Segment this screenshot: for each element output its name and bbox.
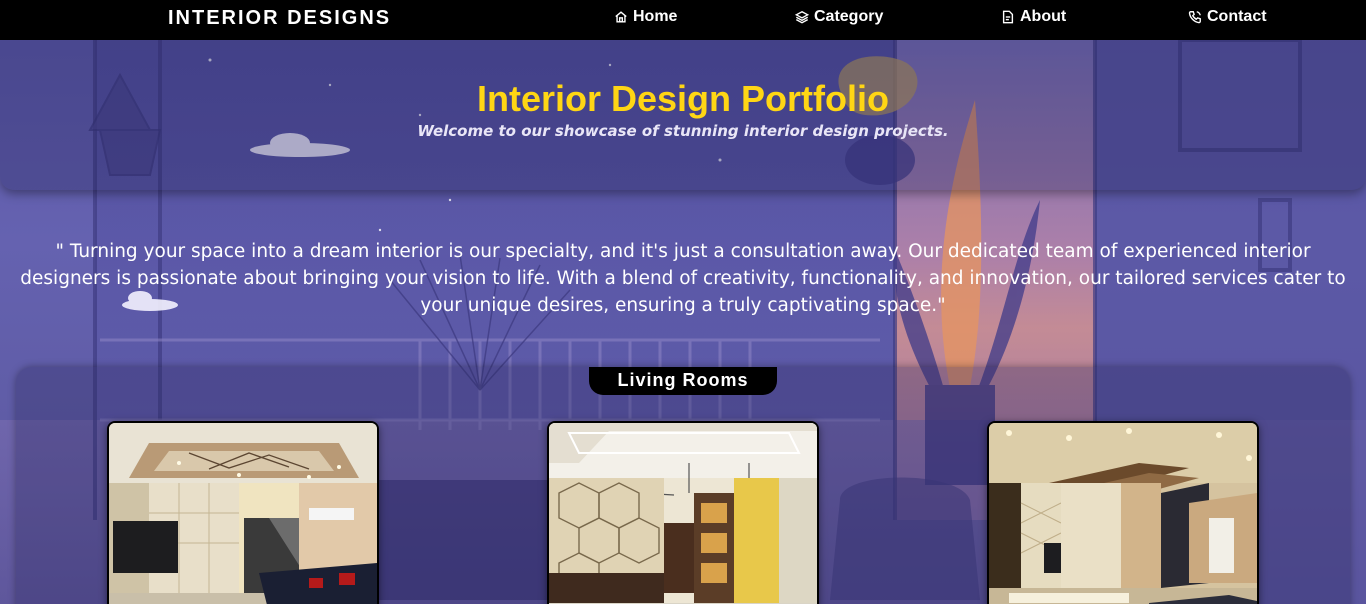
living-room-photo-3 bbox=[989, 423, 1257, 604]
nav-link-about-label: About bbox=[1020, 8, 1067, 25]
nav-link-category[interactable]: Category bbox=[795, 8, 883, 26]
hero-banner: Interior Design Portfolio Welcome to our… bbox=[0, 40, 1366, 190]
document-icon bbox=[1002, 10, 1014, 24]
living-room-card-2[interactable] bbox=[547, 421, 819, 604]
page-subtitle: Welcome to our showcase of stunning inte… bbox=[417, 122, 949, 140]
page-title: Interior Design Portfolio bbox=[476, 78, 889, 119]
intro-quote: " Turning your space into a dream interi… bbox=[20, 241, 1346, 316]
living-room-card-3[interactable] bbox=[987, 421, 1259, 604]
living-room-card-1[interactable] bbox=[107, 421, 379, 604]
nav-link-home-label: Home bbox=[633, 8, 678, 25]
layers-icon bbox=[795, 10, 809, 24]
home-icon bbox=[615, 11, 627, 23]
nav-link-category-label: Category bbox=[814, 8, 884, 25]
nav-link-home[interactable]: Home bbox=[614, 8, 677, 26]
brand-logo-text[interactable]: INTERIOR DESIGNS bbox=[168, 7, 391, 30]
nav-link-about[interactable]: About bbox=[1001, 8, 1066, 26]
living-room-photo-1 bbox=[109, 423, 377, 604]
section-title-living-rooms: Living Rooms bbox=[589, 367, 777, 395]
nav-link-contact[interactable]: Contact bbox=[1188, 8, 1267, 26]
nav-link-contact-label: Contact bbox=[1207, 8, 1267, 25]
top-navbar: INTERIOR DESIGNS Home Category About Con… bbox=[0, 0, 1366, 40]
living-room-photo-2 bbox=[549, 423, 817, 604]
phone-icon bbox=[1188, 11, 1201, 24]
